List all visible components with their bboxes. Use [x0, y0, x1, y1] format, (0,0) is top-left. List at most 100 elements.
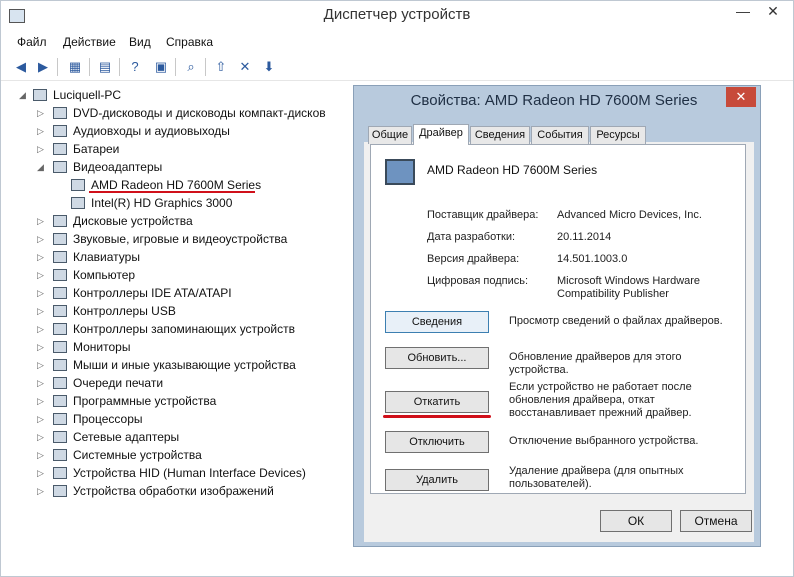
tree-item-label: Процессоры: [73, 412, 143, 426]
disable-device-button[interactable]: Отключить: [385, 431, 489, 453]
collapse-icon[interactable]: ◢: [37, 158, 47, 176]
expand-icon[interactable]: ▷: [37, 464, 47, 482]
device-category-icon: [53, 413, 67, 425]
expand-icon[interactable]: ▷: [37, 140, 47, 158]
scan-hardware-icon[interactable]: ⌕: [181, 57, 201, 77]
toolbar-separator: [175, 58, 176, 76]
close-icon[interactable]: ✕: [759, 1, 787, 23]
driver-date-value: 20.11.2014: [557, 231, 612, 243]
update-driver-desc: Обновление драйверов для этого устройств…: [509, 351, 682, 376]
device-category-icon: [53, 485, 67, 497]
collapse-icon[interactable]: ◢: [19, 86, 29, 104]
dialog-close-icon[interactable]: ✕: [726, 87, 756, 107]
update-driver-icon[interactable]: ⇧: [211, 57, 231, 77]
tree-item-label: Сетевые адаптеры: [73, 430, 180, 444]
tree-item-label: Программные устройства: [73, 394, 217, 408]
tree-item-label: Системные устройства: [73, 448, 202, 462]
disable-device-desc: Отключение выбранного устройства.: [509, 435, 699, 447]
selection-underline: [89, 191, 255, 193]
menu-help[interactable]: Справка: [166, 35, 213, 49]
device-category-icon: [53, 233, 67, 245]
tree-item-label: DVD-дисководы и дисководы компакт-дисков: [73, 106, 326, 120]
uninstall-icon[interactable]: ✕: [235, 57, 255, 77]
tab-events[interactable]: События: [531, 126, 589, 144]
menu-bar: Файл Действие Вид Справка: [1, 33, 793, 53]
toolbar-separator: [57, 58, 58, 76]
properties-dialog: Свойства: AMD Radeon HD 7600M Series ✕ О…: [353, 85, 761, 547]
expand-icon[interactable]: ▷: [37, 392, 47, 410]
expand-icon[interactable]: ▷: [37, 284, 47, 302]
expand-icon[interactable]: ▷: [37, 230, 47, 248]
expand-icon[interactable]: ▷: [37, 446, 47, 464]
expand-icon[interactable]: ▷: [37, 104, 47, 122]
driver-tab-panel: AMD Radeon HD 7600M Series Поставщик дра…: [370, 144, 746, 494]
device-category-icon: [53, 143, 67, 155]
expand-icon[interactable]: ▷: [37, 302, 47, 320]
uninstall-driver-desc: Удаление драйвера (для опытных пользоват…: [509, 465, 684, 490]
tree-item-label: Контроллеры запоминающих устройств: [73, 322, 295, 336]
tab-driver[interactable]: Драйвер: [413, 124, 469, 145]
menu-view[interactable]: Вид: [129, 35, 151, 49]
tree-root-label: Luciquell-PC: [53, 88, 122, 102]
view-icon[interactable]: ▣: [151, 57, 171, 77]
driver-details-desc: Просмотр сведений о файлах драйверов.: [509, 315, 723, 327]
tree-item-label: Компьютер: [73, 268, 136, 282]
tab-general[interactable]: Общие: [368, 126, 412, 144]
update-driver-button[interactable]: Обновить...: [385, 347, 489, 369]
cancel-button[interactable]: Отмена: [680, 510, 752, 532]
tab-details[interactable]: Сведения: [470, 126, 530, 144]
toolbar: ◀ ▶ ▦ ▤ ? ▣ ⌕ ⇧ ✕ ⬇: [1, 53, 793, 81]
expand-icon[interactable]: ▷: [37, 320, 47, 338]
device-category-icon: [53, 359, 67, 371]
roll-back-driver-button[interactable]: Откатить: [385, 391, 489, 413]
device-category-icon: [71, 197, 85, 209]
tree-item-label: Мониторы: [73, 340, 131, 354]
tree-item-label: Устройства HID (Human Interface Devices): [73, 466, 306, 480]
back-icon[interactable]: ◀: [11, 57, 31, 77]
dialog-title: Свойства: AMD Radeon HD 7600M Series: [410, 92, 698, 109]
expand-icon[interactable]: ▷: [37, 122, 47, 140]
device-category-icon: [53, 125, 67, 137]
tree-item-label: Очереди печати: [73, 376, 164, 390]
tab-resources[interactable]: Ресурсы: [590, 126, 646, 144]
tree-item-label: Дисковые устройства: [73, 214, 193, 228]
expand-icon[interactable]: ▷: [37, 374, 47, 392]
device-category-icon: [53, 287, 67, 299]
properties-icon[interactable]: ▤: [95, 57, 115, 77]
driver-details-button[interactable]: Сведения: [385, 311, 489, 333]
tree-item-label: Клавиатуры: [73, 250, 140, 264]
show-hide-tree-icon[interactable]: ▦: [65, 57, 85, 77]
forward-icon[interactable]: ▶: [33, 57, 53, 77]
ok-button[interactable]: ОК: [600, 510, 672, 532]
minimize-icon[interactable]: —: [729, 1, 757, 23]
expand-icon[interactable]: ▷: [37, 338, 47, 356]
device-manager-window: Диспетчер устройств — ✕ Файл Действие Ви…: [0, 0, 794, 577]
tree-item-label: Аудиовходы и аудиовыходы: [73, 124, 230, 138]
tree-item-label: Звуковые, игровые и видеоустройства: [73, 232, 288, 246]
device-category-icon: [53, 467, 67, 479]
digital-signer-label: Цифровая подпись:: [427, 275, 529, 287]
digital-signer-value: Microsoft Windows Hardware Compatibility…: [557, 275, 701, 300]
expand-icon[interactable]: ▷: [37, 428, 47, 446]
uninstall-driver-button[interactable]: Удалить: [385, 469, 489, 491]
help-icon[interactable]: ?: [125, 57, 145, 77]
driver-version-label: Версия драйвера:: [427, 253, 520, 265]
driver-date-label: Дата разработки:: [427, 231, 516, 243]
expand-icon[interactable]: ▷: [37, 482, 47, 500]
tree-item-label: Видеоадаптеры: [73, 160, 163, 174]
enable-device-icon[interactable]: ⬇: [259, 57, 279, 77]
toolbar-separator: [205, 58, 206, 76]
device-category-icon: [53, 431, 67, 443]
driver-version-value: 14.501.1003.0: [557, 253, 628, 265]
expand-icon[interactable]: ▷: [37, 212, 47, 230]
expand-icon[interactable]: ▷: [37, 356, 47, 374]
menu-action[interactable]: Действие: [63, 35, 116, 49]
device-category-icon: [53, 161, 67, 173]
tree-item-label: Устройства обработки изображений: [73, 484, 274, 498]
expand-icon[interactable]: ▷: [37, 266, 47, 284]
toolbar-separator: [89, 58, 90, 76]
expand-icon[interactable]: ▷: [37, 410, 47, 428]
expand-icon[interactable]: ▷: [37, 248, 47, 266]
menu-file[interactable]: Файл: [17, 35, 47, 49]
window-title: Диспетчер устройств: [323, 6, 471, 23]
